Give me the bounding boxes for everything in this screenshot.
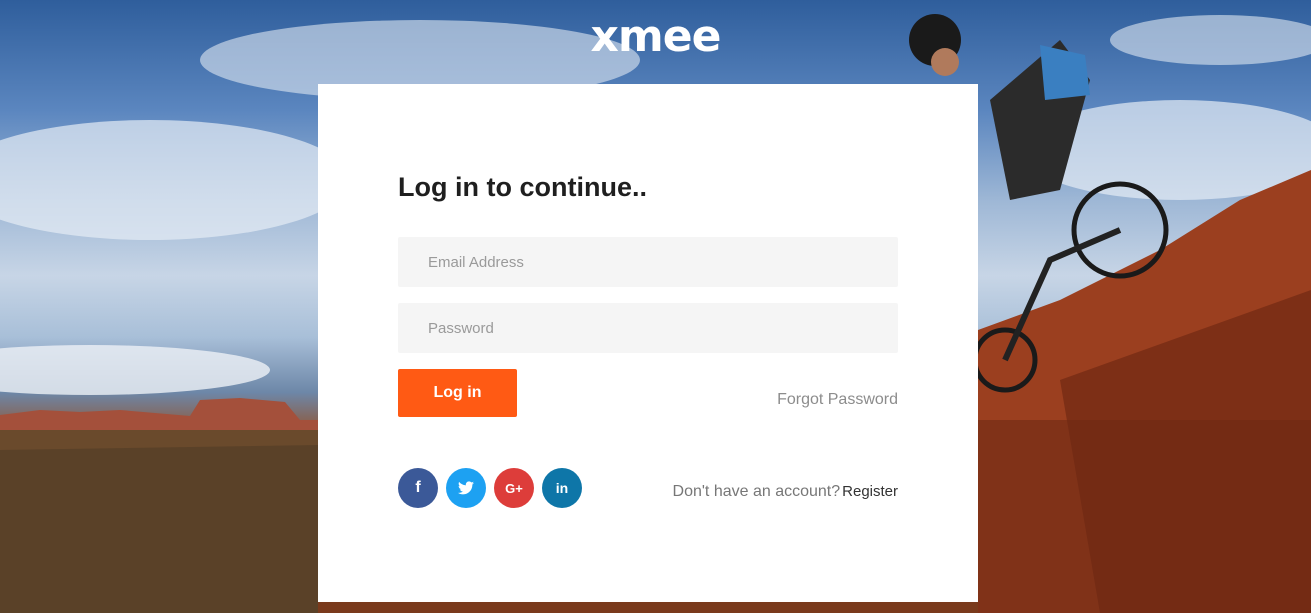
email-field[interactable] — [398, 237, 898, 287]
google-plus-icon[interactable]: G+ — [494, 468, 534, 508]
register-link[interactable]: Register — [842, 483, 898, 500]
login-button[interactable]: Log in — [398, 369, 517, 417]
facebook-icon[interactable]: f — [398, 468, 438, 508]
brand-logo-text: xmee — [590, 11, 722, 62]
brand-logo[interactable]: xmee — [0, 12, 1311, 62]
linkedin-glyph: in — [555, 480, 569, 496]
google-plus-glyph: G+ — [505, 480, 523, 496]
register-prompt: Don't have an account? Register — [673, 483, 898, 501]
register-question: Don't have an account? — [672, 483, 841, 500]
social-login-group: f G+ in — [398, 468, 582, 508]
twitter-bird-icon — [458, 481, 474, 495]
login-title: Log in to continue.. — [398, 172, 647, 202]
password-field[interactable] — [398, 303, 898, 353]
linkedin-icon[interactable]: in — [542, 468, 582, 508]
forgot-password-link[interactable]: Forgot Password — [777, 391, 898, 409]
login-card: Log in to continue.. Log in Forgot Passw… — [318, 84, 978, 602]
twitter-icon[interactable] — [446, 468, 486, 508]
facebook-glyph: f — [415, 479, 421, 496]
